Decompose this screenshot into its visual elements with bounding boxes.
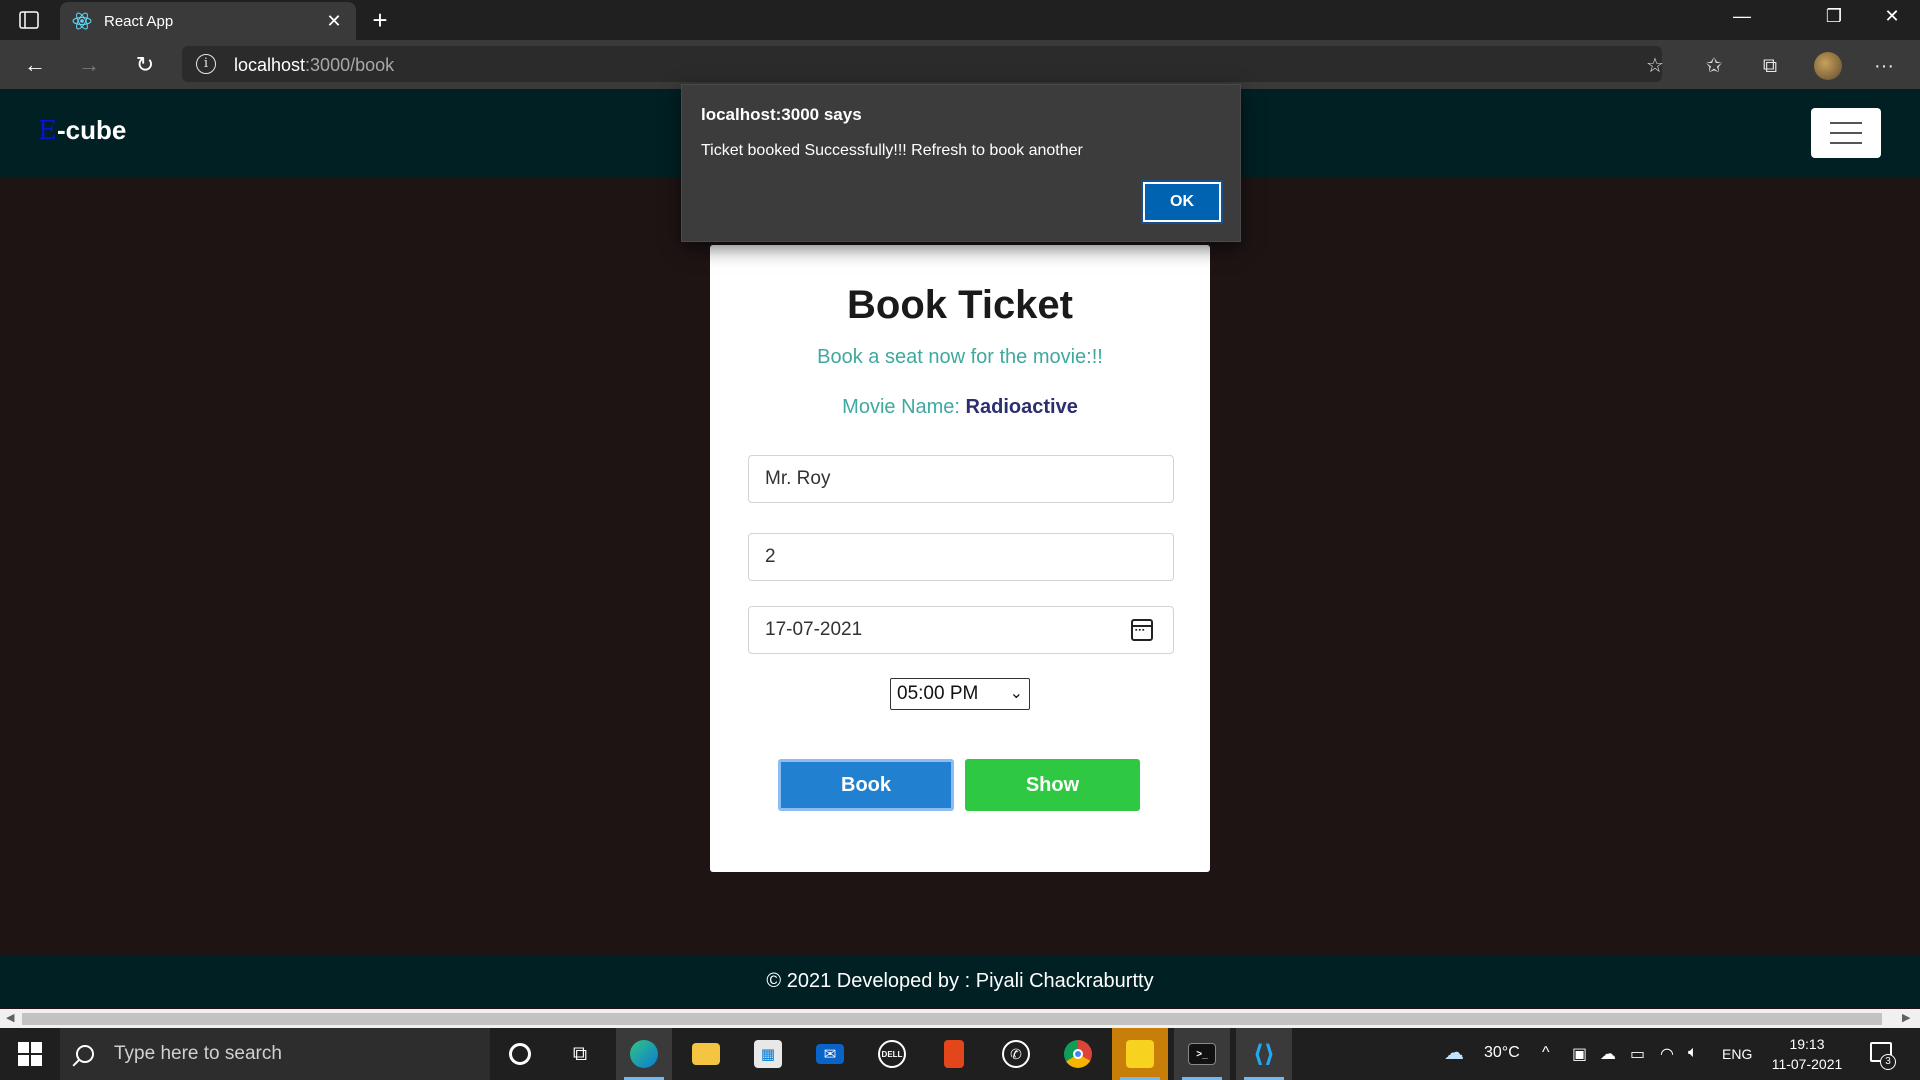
- back-button[interactable]: ←: [20, 50, 50, 80]
- date-value: 17-07-2021: [765, 619, 863, 640]
- dialog-title: localhost:3000 says: [701, 105, 862, 124]
- browser-tab-active[interactable]: React App ✕: [60, 2, 356, 40]
- start-button[interactable]: [18, 1042, 42, 1066]
- battery-icon[interactable]: ▭: [1630, 1044, 1645, 1064]
- time-value: 05:00 PM: [897, 683, 979, 704]
- weather-cloud-icon[interactable]: ☁: [1444, 1040, 1464, 1065]
- weather-temp[interactable]: 30°C: [1484, 1044, 1520, 1062]
- alert-dialog: localhost:3000 says Ticket booked Succes…: [681, 84, 1241, 242]
- time-select[interactable]: 05:00 PM ⌄: [890, 678, 1030, 710]
- tab-close-icon[interactable]: ✕: [324, 11, 344, 32]
- window-close-button[interactable]: ✕: [1878, 6, 1906, 27]
- footer-text: © 2021 Developed by : Piyali Chackraburt…: [766, 970, 1154, 992]
- new-tab-button[interactable]: +: [366, 6, 394, 34]
- chrome-icon[interactable]: [1050, 1028, 1106, 1080]
- dialog-message: Ticket booked Successfully!!! Refresh to…: [701, 142, 1083, 159]
- terminal-icon[interactable]: >_: [1174, 1028, 1230, 1080]
- reload-button[interactable]: ↻: [130, 50, 160, 80]
- profile-avatar[interactable]: [1814, 52, 1842, 80]
- more-menu-icon[interactable]: ···: [1870, 52, 1898, 80]
- taskbar-search[interactable]: Type here to search: [60, 1028, 490, 1080]
- scroll-left-icon[interactable]: ◀: [6, 1011, 14, 1024]
- chevron-down-icon: ⌄: [1009, 685, 1023, 702]
- date-input[interactable]: 17-07-2021: [748, 606, 1174, 654]
- taskbar-clock[interactable]: 19:13 11-07-2021: [1764, 1034, 1850, 1074]
- search-placeholder: Type here to search: [114, 1043, 282, 1064]
- sticky-notes-icon[interactable]: [1112, 1028, 1168, 1080]
- language-indicator[interactable]: ENG: [1722, 1046, 1752, 1062]
- scrollbar-thumb[interactable]: [22, 1013, 1882, 1025]
- movie-label: Movie Name:: [842, 396, 960, 418]
- site-info-icon[interactable]: i: [196, 54, 216, 74]
- favorites-icon[interactable]: ✩: [1700, 52, 1728, 80]
- file-explorer-icon[interactable]: [678, 1028, 734, 1080]
- horizontal-scrollbar[interactable]: ◀ ▶: [0, 1009, 1920, 1028]
- dialog-ok-button[interactable]: OK: [1141, 180, 1223, 224]
- page-footer: © 2021 Developed by : Piyali Chackraburt…: [0, 955, 1920, 1007]
- dell-icon[interactable]: DELL: [864, 1028, 920, 1080]
- wifi-icon[interactable]: ◠: [1660, 1044, 1674, 1064]
- react-logo-icon: [72, 12, 92, 30]
- tab-title: React App: [104, 12, 174, 30]
- cortana-icon[interactable]: [492, 1028, 548, 1080]
- hamburger-line: [1830, 122, 1862, 124]
- task-view-icon[interactable]: ⧉: [552, 1028, 608, 1080]
- edge-icon[interactable]: [616, 1028, 672, 1080]
- collections-icon[interactable]: ⧉: [1756, 52, 1784, 80]
- card-subtitle: Book a seat now for the movie:!!: [817, 346, 1103, 368]
- calendar-icon[interactable]: [1131, 619, 1153, 641]
- onedrive-icon[interactable]: ☁: [1600, 1044, 1616, 1064]
- hamburger-line: [1830, 132, 1862, 134]
- whatsapp-icon[interactable]: ✆: [988, 1028, 1044, 1080]
- forward-button[interactable]: →: [74, 50, 104, 80]
- tab-actions-icon: [19, 11, 39, 29]
- vscode-icon[interactable]: ⟨⟩: [1236, 1028, 1292, 1080]
- add-favorite-icon[interactable]: ☆: [1641, 52, 1669, 80]
- minimize-button[interactable]: —: [1728, 6, 1756, 27]
- windows-logo-icon: [18, 1042, 29, 1053]
- browser-toolbar: ← → ↻ i localhost:3000/book ☆ ✩ ⧉ ···: [0, 40, 1920, 89]
- brand-logo[interactable]: E-cube: [38, 115, 126, 146]
- page-title: Book Ticket: [847, 283, 1073, 327]
- menu-toggle-button[interactable]: [1811, 108, 1881, 158]
- booking-card: Book Ticket Book a seat now for the movi…: [710, 245, 1210, 872]
- search-icon: [76, 1045, 94, 1063]
- show-button[interactable]: Show: [965, 759, 1140, 811]
- address-url[interactable]: localhost:3000/book: [234, 55, 394, 76]
- chevron-up-icon[interactable]: ^: [1542, 1044, 1550, 1062]
- address-bar[interactable]: i localhost:3000/book: [182, 46, 1662, 82]
- name-input[interactable]: Mr. Roy: [748, 455, 1174, 503]
- movie-name: Radioactive: [965, 396, 1078, 418]
- meet-now-icon[interactable]: ▣: [1572, 1044, 1587, 1064]
- hamburger-line: [1830, 142, 1862, 144]
- movie-name-line: Movie Name: Radioactive: [710, 396, 1210, 419]
- clock-time: 19:13: [1789, 1036, 1825, 1052]
- seats-input[interactable]: 2: [748, 533, 1174, 581]
- restore-button[interactable]: ❐: [1820, 6, 1848, 27]
- book-button[interactable]: Book: [778, 759, 954, 811]
- windows-taskbar: Type here to search ⧉ ▦ ✉ DELL ✆ >_ ⟨⟩ ☁…: [0, 1028, 1920, 1080]
- mail-icon[interactable]: ✉: [802, 1028, 858, 1080]
- office-icon[interactable]: [926, 1028, 982, 1080]
- scroll-right-icon[interactable]: ▶: [1902, 1011, 1910, 1024]
- volume-icon[interactable]: 🔈︎: [1688, 1044, 1698, 1062]
- clock-date: 11-07-2021: [1771, 1056, 1843, 1072]
- store-icon[interactable]: ▦: [740, 1028, 796, 1080]
- tab-actions-button[interactable]: [16, 8, 42, 32]
- browser-tab-strip: React App ✕ + — ❐ ✕: [0, 0, 1920, 40]
- notification-count-badge: 3: [1880, 1054, 1896, 1070]
